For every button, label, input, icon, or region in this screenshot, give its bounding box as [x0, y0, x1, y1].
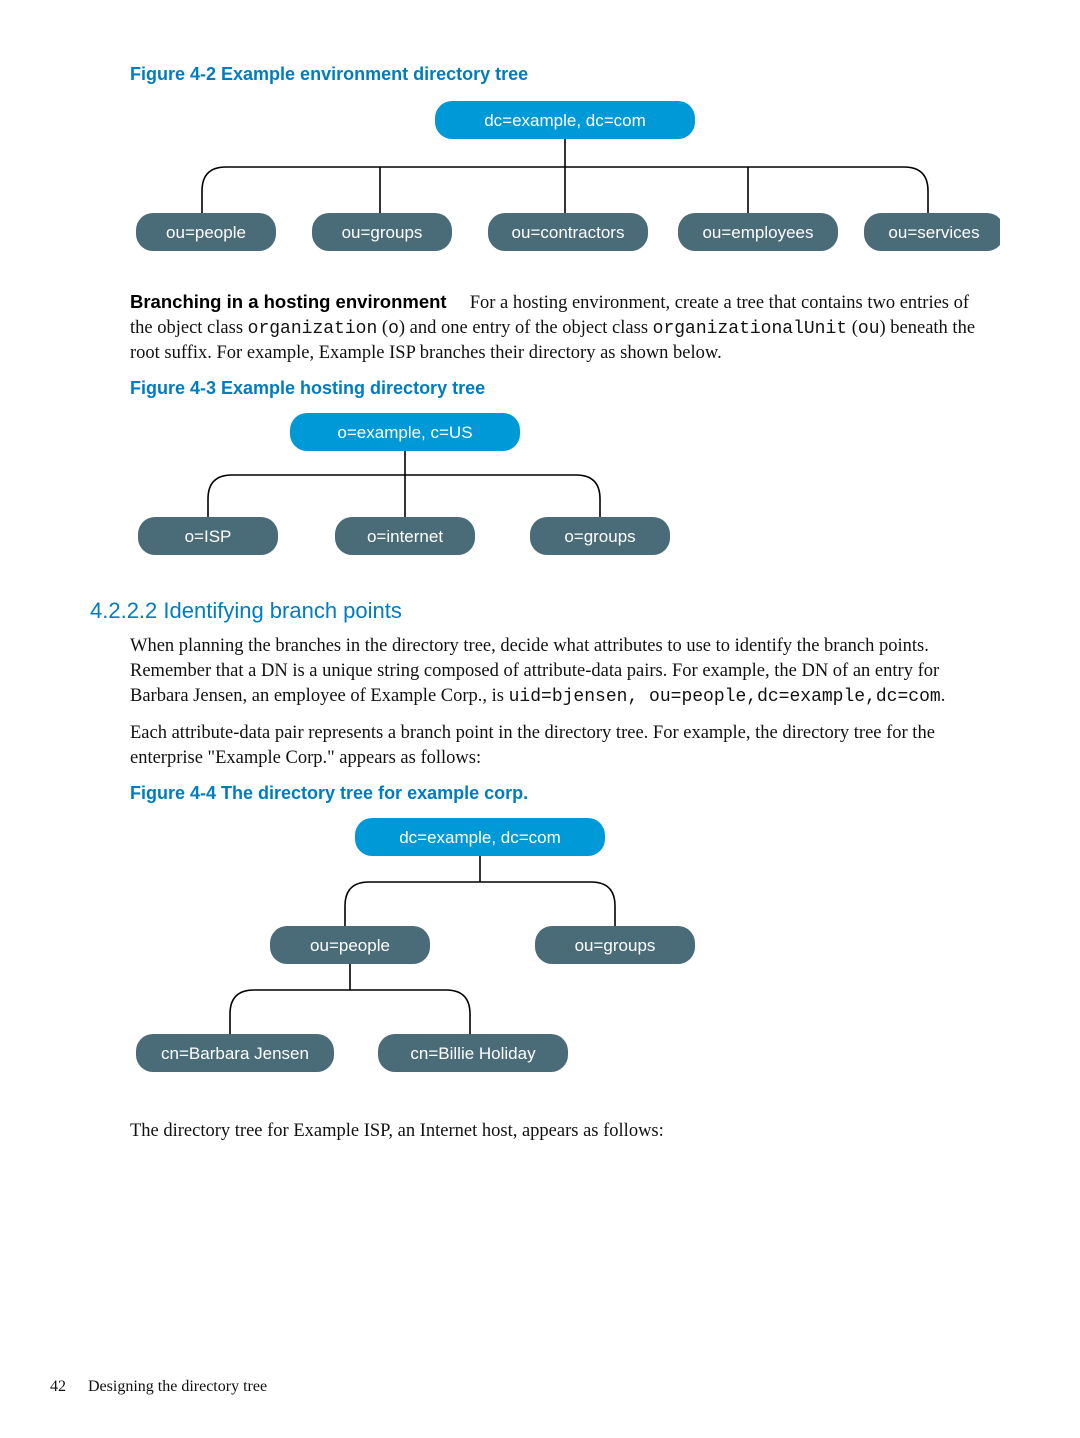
- page-footer: 42 Designing the directory tree: [50, 1378, 267, 1396]
- f44-l2-0: ou=people: [310, 936, 390, 955]
- para-after-fig44: The directory tree for Example ISP, an I…: [130, 1119, 990, 1144]
- page-number: 42: [50, 1378, 66, 1395]
- f43-root: o=example, c=US: [337, 423, 472, 442]
- f42-child-4: ou=services: [888, 223, 979, 242]
- p2-t2: .: [941, 686, 946, 706]
- section-title: Identifying branch points: [157, 598, 402, 623]
- f44-l2-1: ou=groups: [575, 936, 656, 955]
- figure-4-3-caption: Figure 4-3 Example hosting directory tre…: [130, 378, 990, 399]
- para-identifying-1: When planning the branches in the direct…: [130, 634, 990, 709]
- p1-c4: ou: [858, 319, 880, 339]
- f42-child-3: ou=employees: [702, 223, 813, 242]
- branching-paragraph: Branching in a hosting environment For a…: [130, 290, 990, 366]
- p1-c3: organizationalUnit: [653, 319, 847, 339]
- f44-l3-0: cn=Barbara Jensen: [161, 1044, 309, 1063]
- figure-4-2-caption: Figure 4-2 Example environment directory…: [130, 64, 990, 85]
- p2-c1: uid=bjensen, ou=people,dc=example,dc=com: [509, 687, 941, 707]
- p1-t3: ) and one entry of the object class: [399, 318, 653, 338]
- f44-root: dc=example, dc=com: [399, 828, 561, 847]
- section-num: 4.2.2.2: [90, 598, 157, 623]
- f42-child-2: ou=contractors: [512, 223, 625, 242]
- figure-4-4-caption: Figure 4-4 The directory tree for exampl…: [130, 783, 990, 804]
- f42-child-1: ou=groups: [342, 223, 423, 242]
- section-4-2-2-2-heading: 4.2.2.2 Identifying branch points: [90, 598, 990, 624]
- f43-child-0: o=ISP: [185, 527, 232, 546]
- p1-t4: (: [847, 318, 858, 338]
- f42-child-0: ou=people: [166, 223, 246, 242]
- f43-child-1: o=internet: [367, 527, 443, 546]
- p1-t2: (: [377, 318, 388, 338]
- footer-title: Designing the directory tree: [88, 1378, 267, 1395]
- figure-4-3-diagram: o=example, c=US o=ISP o=internet o=group…: [130, 409, 690, 574]
- f43-child-2: o=groups: [564, 527, 635, 546]
- f42-root: dc=example, dc=com: [484, 111, 646, 130]
- f44-l3-1: cn=Billie Holiday: [410, 1044, 536, 1063]
- branching-runin: Branching in a hosting environment: [130, 291, 447, 312]
- p1-c1: organization: [248, 319, 378, 339]
- figure-4-2-diagram: dc=example, dc=com ou=people ou=groups o…: [130, 95, 1000, 270]
- page: Figure 4-2 Example environment directory…: [0, 0, 1080, 1438]
- p1-c2: o: [388, 319, 399, 339]
- para-identifying-2: Each attribute-data pair represents a br…: [130, 721, 990, 771]
- figure-4-4-diagram: dc=example, dc=com ou=people ou=groups c…: [130, 814, 770, 1099]
